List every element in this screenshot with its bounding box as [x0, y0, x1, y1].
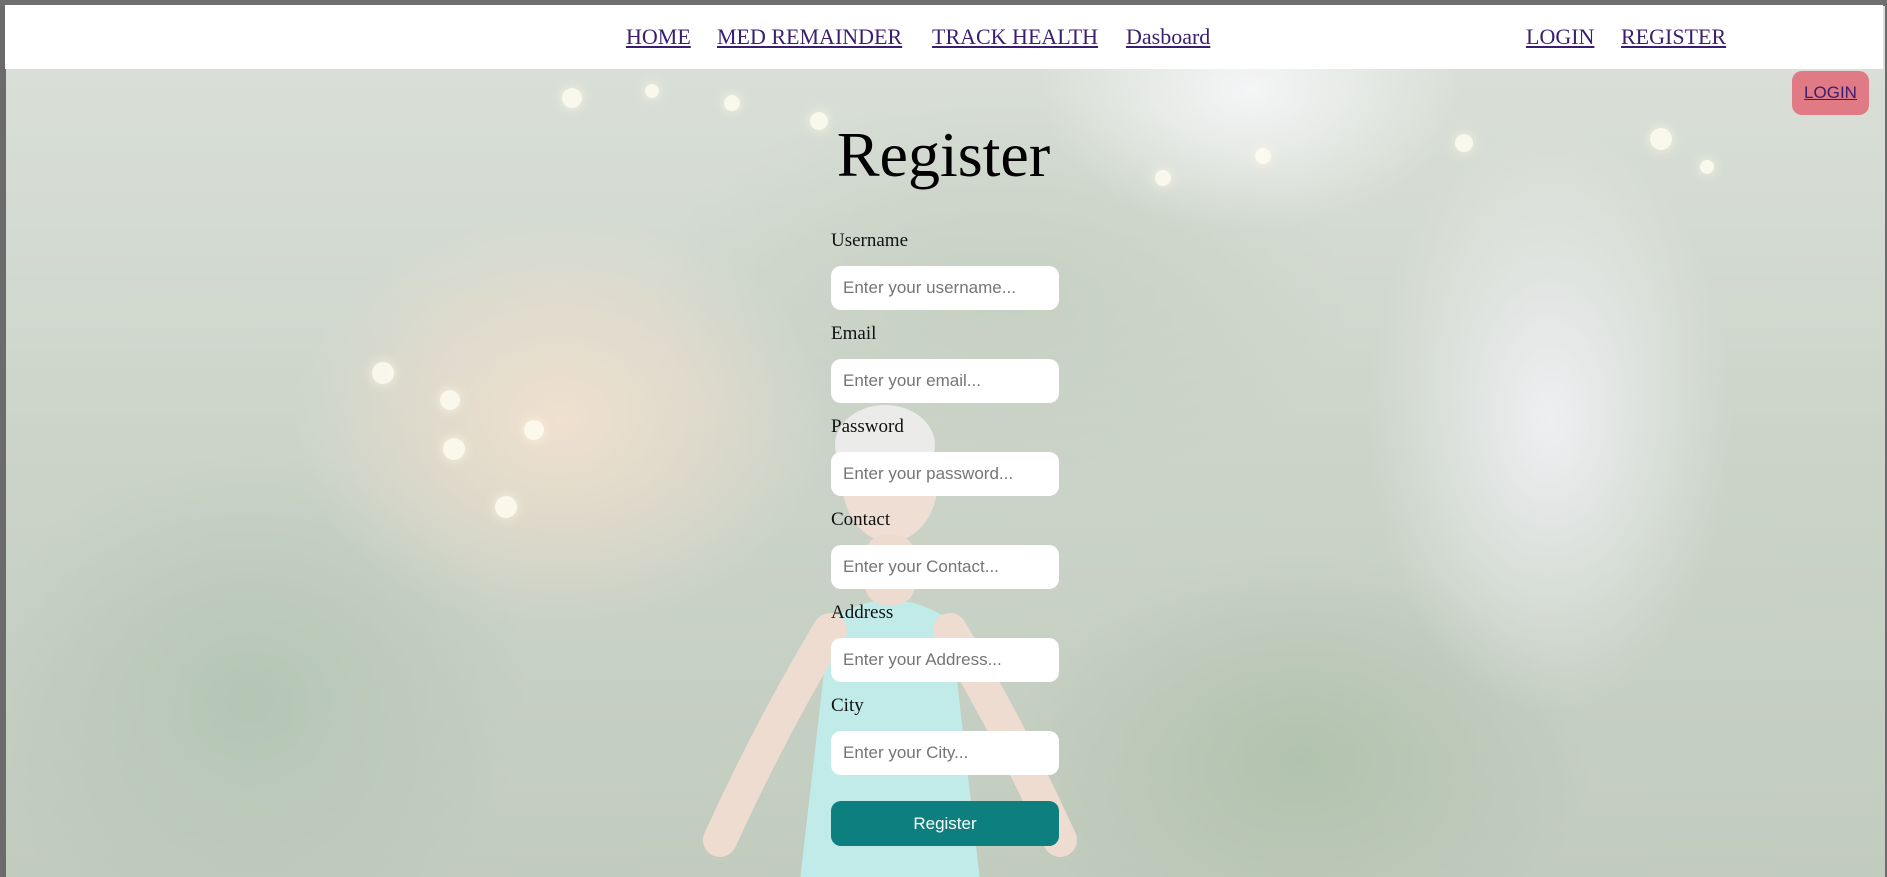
nav-register-link[interactable]: REGISTER — [1621, 24, 1726, 50]
email-input[interactable] — [831, 359, 1059, 403]
username-label: Username — [831, 230, 909, 251]
city-label: City — [831, 695, 864, 716]
password-label: Password — [831, 416, 904, 437]
city-input[interactable] — [831, 731, 1059, 775]
nav-home-link[interactable]: HOME — [626, 24, 691, 50]
contact-input[interactable] — [831, 545, 1059, 589]
contact-label: Contact — [831, 509, 891, 530]
password-input[interactable] — [831, 452, 1059, 496]
page-title: Register — [836, 119, 1051, 190]
address-input[interactable] — [831, 638, 1059, 682]
register-submit-button[interactable]: Register — [831, 801, 1059, 846]
username-input[interactable] — [831, 266, 1059, 310]
top-navbar: HOME MED REMAINDER TRACK HEALTH Dasboard… — [5, 5, 1883, 69]
email-label: Email — [831, 323, 877, 344]
address-label: Address — [831, 602, 894, 623]
nav-med-remainder-link[interactable]: MED REMAINDER — [717, 24, 902, 50]
nav-dashboard-link[interactable]: Dasboard — [1126, 24, 1210, 50]
nav-login-link[interactable]: LOGIN — [1526, 24, 1594, 50]
floating-login-button[interactable]: LOGIN — [1792, 71, 1869, 115]
nav-track-health-link[interactable]: TRACK HEALTH — [932, 24, 1098, 50]
